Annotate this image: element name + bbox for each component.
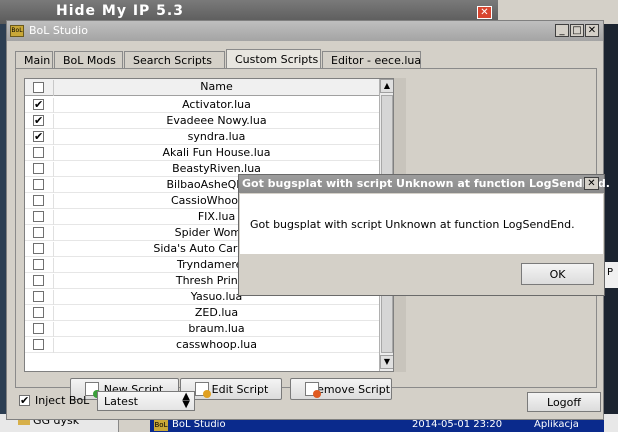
script-checkbox[interactable]	[33, 227, 44, 238]
script-checkbox[interactable]: ✔	[33, 131, 44, 142]
background-task-row[interactable]: BoL BoL Studio 2014-05-01 23:20 Aplikacj…	[150, 419, 604, 432]
inject-bol-label: Inject BoL	[35, 394, 90, 407]
remove-script-button[interactable]: Remove Script	[290, 378, 392, 400]
script-name: Evadeee Nowy.lua	[53, 114, 379, 129]
script-checkbox[interactable]	[33, 195, 44, 206]
spinner-arrows-icon: ▲ ▼	[182, 391, 190, 410]
window-title: BoL Studio	[29, 24, 88, 37]
scroll-up-button[interactable]: ▲	[380, 79, 393, 93]
inject-bol-checkbox[interactable]: ✔	[19, 395, 30, 406]
dialog-ok-button[interactable]: OK	[521, 263, 594, 285]
script-name: braum.lua	[53, 322, 379, 337]
window-titlebar[interactable]: BoL BoL Studio _ □ ✕	[7, 21, 603, 41]
script-checkbox[interactable]	[33, 291, 44, 302]
version-select[interactable]: Latest ▲ ▼	[97, 391, 195, 411]
dialog-message: Got bugsplat with script Unknown at func…	[250, 218, 575, 231]
script-checkbox[interactable]	[33, 339, 44, 350]
maximize-button[interactable]: □	[570, 24, 584, 37]
version-select-value: Latest	[104, 395, 138, 408]
tab-main[interactable]: Main	[15, 51, 53, 68]
background-right-panel: P	[604, 262, 618, 288]
dialog-close-button[interactable]: ✕	[584, 177, 599, 190]
script-row[interactable]: casswhoop.lua	[25, 337, 379, 353]
background-right-strip	[604, 24, 618, 432]
script-name: ZED.lua	[53, 306, 379, 321]
script-row[interactable]: Akali Fun House.lua	[25, 145, 379, 161]
minimize-button[interactable]: _	[555, 24, 569, 37]
task-date: 2014-05-01 23:20	[412, 419, 503, 430]
script-checkbox[interactable]	[33, 147, 44, 158]
script-row[interactable]: ZED.lua	[25, 305, 379, 321]
name-column-header[interactable]: Name	[53, 80, 379, 96]
script-checkbox[interactable]	[33, 163, 44, 174]
scroll-down-button[interactable]: ▼	[380, 355, 393, 369]
task-type: Aplikacja	[534, 419, 579, 430]
script-row[interactable]: braum.lua	[25, 321, 379, 337]
script-row[interactable]: ✔ Evadeee Nowy.lua	[25, 113, 379, 129]
script-checkbox[interactable]	[33, 211, 44, 222]
background-window-title: Hide My IP 5.3	[56, 3, 184, 19]
script-checkbox[interactable]	[33, 243, 44, 254]
tab-custom-scripts[interactable]: Custom Scripts	[226, 49, 321, 69]
tab-search-scripts[interactable]: Search Scripts	[124, 51, 225, 68]
script-name: Activator.lua	[53, 98, 379, 113]
logoff-button[interactable]: Logoff	[527, 392, 601, 412]
bol-logo-icon: BoL	[10, 25, 24, 37]
dialog-titlebar[interactable]: Got bugsplat with script Unknown at func…	[239, 175, 610, 193]
dialog-title: Got bugsplat with script Unknown at func…	[242, 177, 610, 190]
script-checkbox[interactable]	[33, 259, 44, 270]
dialog-body: Got bugsplat with script Unknown at func…	[240, 194, 603, 254]
script-checkbox[interactable]: ✔	[33, 115, 44, 126]
edit-script-button[interactable]: Edit Script	[180, 378, 282, 400]
script-row[interactable]: ✔ syndra.lua	[25, 129, 379, 145]
bugsplat-dialog: Got bugsplat with script Unknown at func…	[238, 174, 610, 296]
tab-editor[interactable]: Editor - eece.lua	[322, 51, 421, 68]
remove-document-icon	[305, 382, 321, 398]
edit-document-icon	[195, 382, 211, 398]
script-checkbox[interactable]	[33, 275, 44, 286]
script-checkbox[interactable]	[33, 323, 44, 334]
script-checkbox[interactable]: ✔	[33, 99, 44, 110]
script-row[interactable]: ✔ Activator.lua	[25, 97, 379, 113]
script-name: syndra.lua	[53, 130, 379, 145]
background-close-icon[interactable]: ✕	[477, 6, 492, 19]
script-name: casswhoop.lua	[53, 338, 379, 353]
script-checkbox[interactable]	[33, 307, 44, 318]
list-header: Name	[25, 79, 379, 96]
task-name: BoL Studio	[172, 419, 226, 430]
tab-bol-mods[interactable]: BoL Mods	[54, 51, 123, 68]
script-checkbox[interactable]	[33, 179, 44, 190]
close-button[interactable]: ✕	[585, 24, 599, 37]
select-all-checkbox[interactable]	[33, 82, 44, 93]
bol-logo-icon: BoL	[154, 420, 168, 431]
script-name: Akali Fun House.lua	[53, 146, 379, 161]
